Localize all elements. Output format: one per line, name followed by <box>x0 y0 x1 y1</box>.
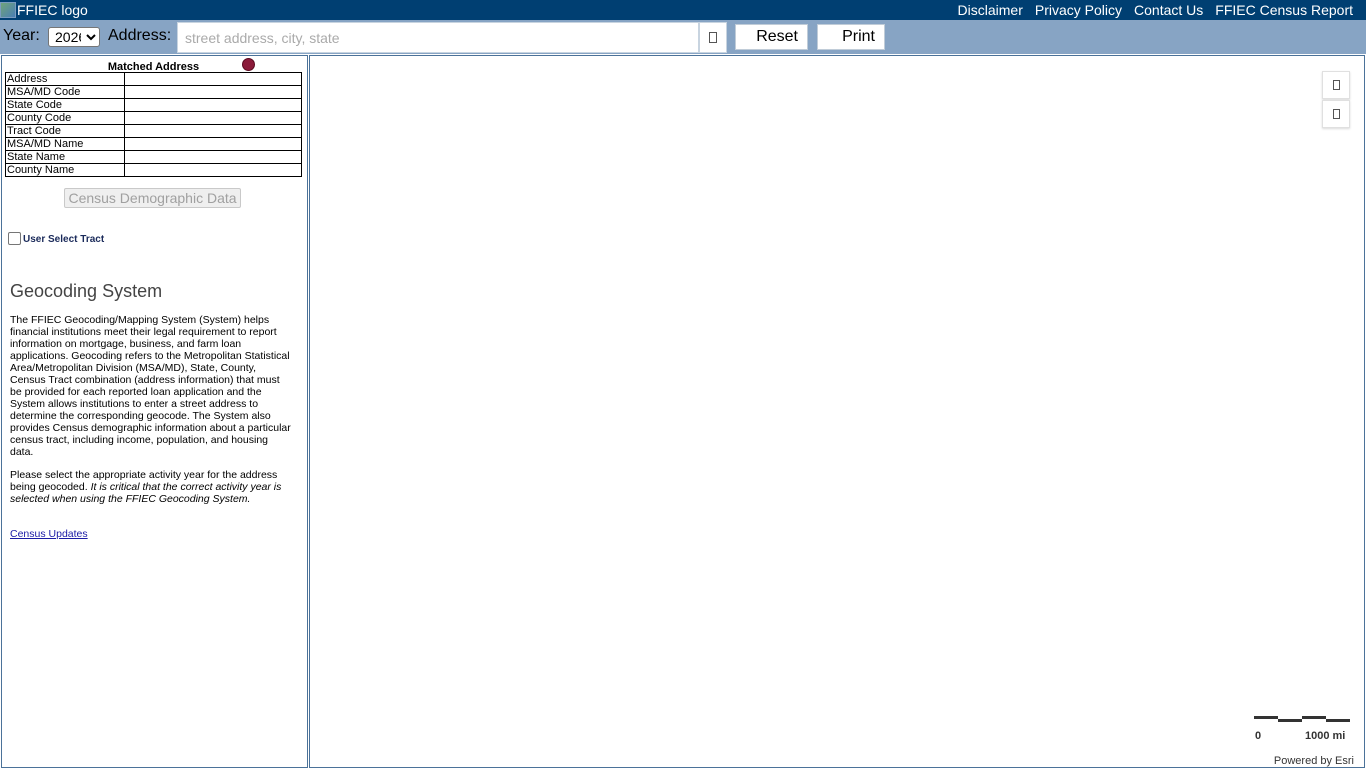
row-label-tract-code: Tract Code <box>5 124 125 138</box>
table-row: MSA/MD Code <box>5 85 302 99</box>
map-scale-bar <box>1254 716 1350 723</box>
matched-address-table: Address MSA/MD Code State Code County Co… <box>5 72 302 177</box>
year-label: Year: <box>3 27 40 44</box>
map-view[interactable]: 0 1000 mi Powered by Esri <box>309 55 1365 768</box>
scale-label-zero: 0 <box>1255 730 1262 742</box>
row-value-county-name <box>124 163 302 177</box>
scale-segment <box>1278 719 1302 722</box>
table-row: County Name <box>5 163 302 177</box>
search-toolbar: Year: 2026 Address: Reset Print <box>0 20 1366 54</box>
row-value-msa-md-name <box>124 137 302 151</box>
ffiec-logo[interactable]: FFIEC logo <box>0 0 88 20</box>
scale-segment <box>1254 716 1278 719</box>
row-label-msa-md-name: MSA/MD Name <box>5 137 125 151</box>
scale-label-max: 1000 mi <box>1305 730 1346 742</box>
user-select-tract[interactable]: User Select Tract <box>8 231 104 245</box>
top-header-bar: FFIEC logo Disclaimer Privacy Policy Con… <box>0 0 1366 20</box>
minus-icon <box>1332 109 1340 119</box>
table-row: State Code <box>5 98 302 112</box>
geocoding-title: Geocoding System <box>10 281 163 301</box>
broken-image-icon <box>0 2 16 18</box>
plus-icon <box>1332 80 1340 90</box>
table-row: County Code <box>5 111 302 125</box>
row-label-state-code: State Code <box>5 98 125 112</box>
zoom-out-button[interactable] <box>1322 100 1350 128</box>
scale-segment <box>1326 719 1350 722</box>
row-value-tract-code <box>124 124 302 138</box>
nav-contact-us[interactable]: Contact Us <box>1134 2 1203 18</box>
row-label-state-name: State Name <box>5 150 125 164</box>
row-label-county-code: County Code <box>5 111 125 125</box>
reset-button[interactable]: Reset <box>735 24 808 50</box>
geocoding-description: The FFIEC Geocoding/Mapping System (Syst… <box>10 314 291 458</box>
row-value-state-code <box>124 98 302 112</box>
year-select[interactable]: 2026 <box>48 27 100 47</box>
search-button[interactable] <box>699 22 727 53</box>
row-value-state-name <box>124 150 302 164</box>
row-label-msa-md-code: MSA/MD Code <box>5 85 125 99</box>
activity-year-note: Please select the appropriate activity y… <box>10 469 294 505</box>
scale-segment <box>1302 716 1326 719</box>
user-select-tract-checkbox[interactable] <box>8 231 21 245</box>
table-row: State Name <box>5 150 302 164</box>
search-icon <box>709 32 717 43</box>
row-value-msa-md-code <box>124 85 302 99</box>
zoom-in-button[interactable] <box>1322 71 1350 99</box>
row-value-address <box>124 72 302 86</box>
esri-attribution: Powered by Esri <box>1273 755 1354 767</box>
address-input[interactable] <box>177 22 699 53</box>
census-updates-link[interactable]: Census Updates <box>10 528 88 540</box>
table-row: Tract Code <box>5 124 302 138</box>
nav-disclaimer[interactable]: Disclaimer <box>958 2 1023 18</box>
left-info-panel: Matched Address Address MSA/MD Code Stat… <box>1 55 308 768</box>
row-label-county-name: County Name <box>5 163 125 177</box>
row-value-county-code <box>124 111 302 125</box>
top-nav: Disclaimer Privacy Policy Contact Us FFI… <box>958 0 1353 20</box>
nav-ffiec-census-report[interactable]: FFIEC Census Report <box>1215 2 1353 18</box>
address-label: Address: <box>108 27 172 44</box>
table-row: Address <box>5 72 302 86</box>
nav-privacy-policy[interactable]: Privacy Policy <box>1035 2 1122 18</box>
row-label-address: Address <box>5 72 125 86</box>
status-indicator-icon <box>242 58 255 71</box>
user-select-tract-label: User Select Tract <box>23 234 105 245</box>
logo-alt-text: FFIEC logo <box>17 2 88 18</box>
census-demographic-data-button[interactable]: Census Demographic Data <box>64 188 241 208</box>
print-button[interactable]: Print <box>817 24 885 50</box>
table-row: MSA/MD Name <box>5 137 302 151</box>
